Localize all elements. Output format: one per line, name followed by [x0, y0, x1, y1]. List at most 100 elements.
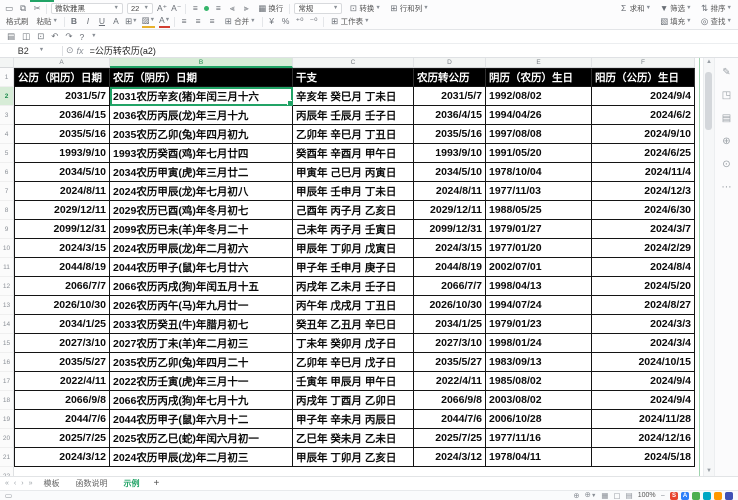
cell-F16[interactable]: 2024/10/15 [592, 353, 695, 372]
edit-panel-icon[interactable]: ✎ [722, 68, 730, 78]
tray-icon-2[interactable] [703, 492, 711, 500]
cell-A12[interactable]: 2066/7/7 [14, 277, 110, 296]
cell-C17[interactable]: 壬寅年 甲辰月 甲午日 [293, 372, 414, 391]
add-sheet-button[interactable]: + [149, 478, 165, 489]
column-header-D[interactable]: D [414, 58, 486, 68]
cell-B2[interactable]: 2031农历辛亥(猪)年闰三月十六 [110, 87, 293, 106]
align-center-icon[interactable]: ≡ [193, 16, 203, 27]
percent-format-button[interactable]: % [281, 16, 291, 27]
row-number-16[interactable]: 16 [0, 353, 14, 372]
header-cell-D1[interactable]: 农历转公历 [414, 68, 486, 87]
cell-F15[interactable]: 2024/3/4 [592, 334, 695, 353]
cell-D16[interactable]: 2035/5/27 [414, 353, 486, 372]
strikethrough-button[interactable]: A [111, 16, 121, 27]
copy-icon[interactable]: ⧉ [18, 3, 28, 14]
font-size-select[interactable]: 22 ▼ [127, 3, 153, 14]
row-number-21[interactable]: 21 [0, 448, 14, 467]
cell-E16[interactable]: 1983/09/13 [486, 353, 592, 372]
cell-name-box[interactable]: B2 ▼ [0, 46, 62, 56]
paste-icon[interactable]: ▭ [4, 3, 14, 14]
cell-B21[interactable]: 2024农历甲辰(龙)年二月初三 [110, 448, 293, 467]
italic-button[interactable]: I [83, 16, 93, 27]
cell-A2[interactable]: 2031/5/7 [14, 87, 110, 106]
paste-options-button[interactable]: 粘贴 ▼ [35, 16, 60, 28]
chart-panel-icon[interactable]: ▤ [722, 114, 731, 124]
cell-C19[interactable]: 甲子年 辛未月 丙辰日 [293, 410, 414, 429]
cell-D15[interactable]: 2027/3/10 [414, 334, 486, 353]
cell-D17[interactable]: 2022/4/11 [414, 372, 486, 391]
row-number-8[interactable]: 8 [0, 201, 14, 220]
cell-C9[interactable]: 己未年 丙子月 壬寅日 [293, 220, 414, 239]
help-panel-icon[interactable]: ⊙ [722, 160, 730, 170]
row-number-7[interactable]: 7 [0, 182, 14, 201]
cell-E12[interactable]: 1998/04/13 [486, 277, 592, 296]
number-format-select[interactable]: 常规 ▼ [294, 3, 342, 14]
cell-C10[interactable]: 甲辰年 丁卯月 戊寅日 [293, 239, 414, 258]
cell-B7[interactable]: 2024农历甲辰(龙)年七月初八 [110, 182, 293, 201]
cell-B18[interactable]: 2066农历丙戌(狗)年七月十九 [110, 391, 293, 410]
cell-A13[interactable]: 2026/10/30 [14, 296, 110, 315]
cell-F5[interactable]: 2024/6/25 [592, 144, 695, 163]
cell-A11[interactable]: 2044/8/19 [14, 258, 110, 277]
cell-C4[interactable]: 乙卯年 辛巳月 丁丑日 [293, 125, 414, 144]
header-cell-B1[interactable]: 农历（阴历）日期 [110, 68, 293, 87]
cell-F9[interactable]: 2024/3/7 [592, 220, 695, 239]
selection-options-icon[interactable]: ⊕▼ [585, 491, 597, 500]
cell-C12[interactable]: 丙戌年 乙未月 壬子日 [293, 277, 414, 296]
cut-icon[interactable]: ✂ [32, 3, 42, 14]
cell-C3[interactable]: 丙辰年 壬辰月 壬子日 [293, 106, 414, 125]
cell-B17[interactable]: 2022农历壬寅(虎)年三月十一 [110, 372, 293, 391]
fx-icon[interactable]: fx [77, 46, 84, 56]
align-right-icon[interactable]: ≡ [207, 16, 217, 27]
align-middle-icon[interactable] [204, 6, 209, 11]
cell-B11[interactable]: 2044农历甲子(鼠)年七月廿六 [110, 258, 293, 277]
cell-F19[interactable]: 2024/11/28 [592, 410, 695, 429]
cell-F8[interactable]: 2024/6/30 [592, 201, 695, 220]
redo-icon[interactable]: ↷ [65, 31, 72, 42]
cell-E10[interactable]: 1977/01/20 [486, 239, 592, 258]
row-number-9[interactable]: 9 [0, 220, 14, 239]
cell-E8[interactable]: 1988/05/25 [486, 201, 592, 220]
currency-format-button[interactable]: ¥ [267, 16, 277, 27]
tray-icon-3[interactable] [714, 492, 722, 500]
scroll-down-icon[interactable]: ▼ [705, 468, 713, 474]
sheet-tab-模板[interactable]: 模板 [36, 477, 68, 490]
cell-D2[interactable]: 2031/5/7 [414, 87, 486, 106]
cell-A5[interactable]: 1993/9/10 [14, 144, 110, 163]
undo-icon[interactable]: ↶ [51, 31, 58, 42]
decrease-font-icon[interactable]: A⁻ [171, 3, 181, 14]
cell-A18[interactable]: 2066/9/8 [14, 391, 110, 410]
cell-B6[interactable]: 2034农历甲寅(虎)年三月廿二 [110, 163, 293, 182]
cell-B19[interactable]: 2044农历甲子(鼠)年六月十二 [110, 410, 293, 429]
view-page-break-icon[interactable]: ▤ [626, 492, 633, 500]
fill-color-button[interactable]: ▨▼ [142, 15, 155, 28]
cell-F7[interactable]: 2024/12/3 [592, 182, 695, 201]
row-number-12[interactable]: 12 [0, 277, 14, 296]
wrap-text-button[interactable]: ▦ 换行 [255, 3, 285, 15]
cell-A6[interactable]: 2034/5/10 [14, 163, 110, 182]
cell-E2[interactable]: 1992/08/02 [486, 87, 592, 106]
cell-C7[interactable]: 甲辰年 壬申月 丁未日 [293, 182, 414, 201]
cell-C21[interactable]: 甲辰年 丁卯月 乙亥日 [293, 448, 414, 467]
cell-C16[interactable]: 乙卯年 辛巳月 戊子日 [293, 353, 414, 372]
view-page-layout-icon[interactable]: ▢ [614, 492, 621, 500]
rows-cols-button[interactable]: ⊞ 行和列 ▼ [387, 3, 431, 15]
increase-font-icon[interactable]: A⁺ [157, 3, 167, 14]
scrollbar-thumb[interactable] [705, 72, 712, 130]
cell-C13[interactable]: 丙午年 戊戌月 丁丑日 [293, 296, 414, 315]
cell-A10[interactable]: 2024/3/15 [14, 239, 110, 258]
cell-B9[interactable]: 2099农历已未(羊)年冬月二十 [110, 220, 293, 239]
cell-D6[interactable]: 2034/5/10 [414, 163, 486, 182]
indent-increase-icon[interactable]: ⫸ [241, 3, 251, 14]
cell-D21[interactable]: 2024/3/12 [414, 448, 486, 467]
cell-C2[interactable]: 辛亥年 癸巳月 丁未日 [293, 87, 414, 106]
fill-handle[interactable] [287, 100, 293, 106]
select-all-corner[interactable] [0, 58, 14, 68]
row-number-18[interactable]: 18 [0, 391, 14, 410]
cell-D13[interactable]: 2026/10/30 [414, 296, 486, 315]
tray-icon-1[interactable] [692, 492, 700, 500]
cell-A7[interactable]: 2024/8/11 [14, 182, 110, 201]
cell-F18[interactable]: 2024/9/4 [592, 391, 695, 410]
cell-B20[interactable]: 2025农历乙巳(蛇)年闰六月初一 [110, 429, 293, 448]
cell-F6[interactable]: 2024/11/4 [592, 163, 695, 182]
